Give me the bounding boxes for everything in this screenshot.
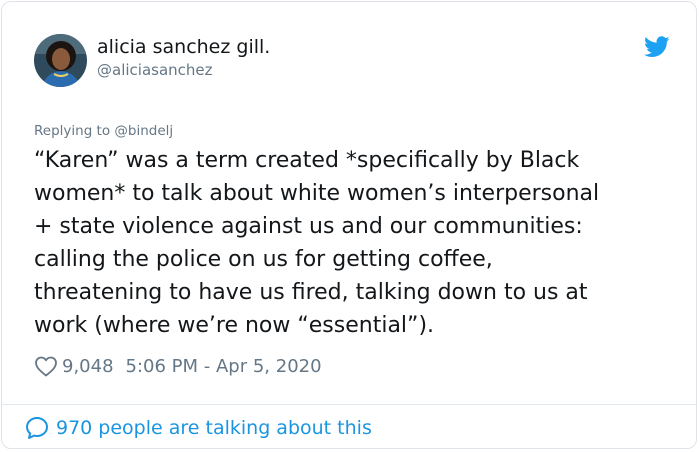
twitter-bird-icon[interactable] <box>644 36 670 58</box>
conversation-link[interactable]: 970 people are talking about this <box>24 415 372 441</box>
like-button[interactable]: 9,048 <box>34 355 114 377</box>
footer-divider <box>2 404 696 405</box>
reply-mention-link[interactable]: @bindelj <box>114 123 173 139</box>
speech-bubble-icon <box>26 417 48 439</box>
like-count: 9,048 <box>62 355 114 377</box>
author-handle[interactable]: @aliciasanchez <box>97 61 213 79</box>
tweet-timestamp[interactable]: 5:06 PM - Apr 5, 2020 <box>126 356 322 377</box>
replying-to-label: Replying to <box>34 123 115 139</box>
replying-to: Replying to @bindelj <box>34 123 173 139</box>
author-display-name[interactable]: alicia sanchez gill. <box>97 36 270 58</box>
heart-icon <box>35 356 57 377</box>
tweet-text: “Karen” was a term created *specifically… <box>34 148 600 338</box>
tweet-card: alicia sanchez gill. @aliciasanchez Repl… <box>1 1 697 449</box>
conversation-label: 970 people are talking about this <box>56 417 372 439</box>
tweet-meta: 9,048 5:06 PM - Apr 5, 2020 <box>34 352 322 380</box>
avatar[interactable] <box>34 34 87 87</box>
